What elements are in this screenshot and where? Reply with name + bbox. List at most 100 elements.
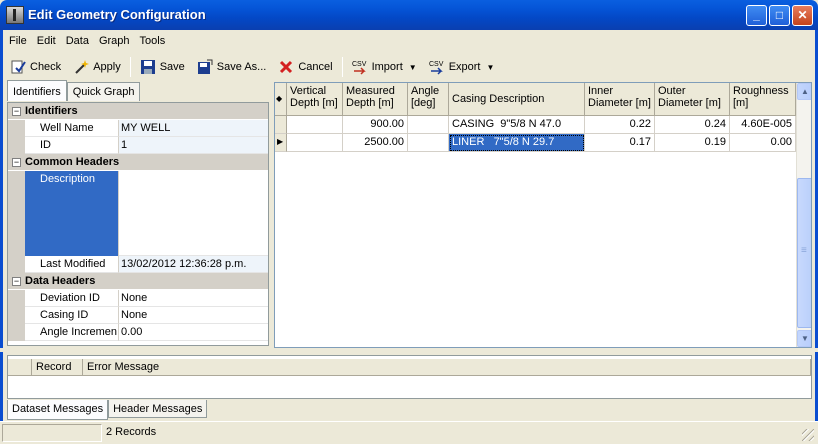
check-button[interactable]: Check: [4, 56, 67, 78]
col-header-roughness[interactable]: Roughness [m]: [730, 83, 796, 116]
well-name-value[interactable]: MY WELL: [119, 120, 268, 137]
tab-quick-graph[interactable]: Quick Graph: [66, 82, 141, 101]
row-gutter: [8, 171, 25, 256]
export-button[interactable]: CSV Export ▼: [423, 56, 501, 78]
col-header-inner-diameter[interactable]: Inner Diameter [m]: [585, 83, 655, 116]
grid-cell[interactable]: 0.22: [585, 116, 655, 134]
save-button[interactable]: Save: [134, 56, 191, 78]
grid-cell[interactable]: [287, 116, 343, 134]
angle-increment-value[interactable]: 0.00: [119, 324, 268, 341]
prop-key: Casing ID: [25, 307, 119, 324]
prop-row-description[interactable]: Description: [8, 171, 268, 256]
scroll-thumb[interactable]: [797, 178, 811, 328]
row-selector[interactable]: [275, 116, 287, 134]
scroll-down-arrow-icon[interactable]: ▼: [797, 330, 811, 347]
row-selector-header[interactable]: ◆: [275, 83, 287, 116]
menu-edit[interactable]: Edit: [32, 33, 61, 51]
collapse-icon[interactable]: −: [12, 106, 21, 116]
grid-cell[interactable]: 0.19: [655, 134, 730, 152]
row-gutter: [8, 290, 25, 307]
casing-id-value[interactable]: None: [119, 307, 268, 324]
import-dropdown-arrow-icon[interactable]: ▼: [409, 63, 417, 72]
import-button[interactable]: CSV Import ▼: [346, 56, 423, 78]
grid-cell[interactable]: 4.60E-005: [730, 116, 796, 134]
col-header-record[interactable]: Record: [32, 359, 83, 376]
resize-grip-icon[interactable]: [802, 429, 814, 441]
horizontal-splitter[interactable]: [0, 348, 818, 352]
status-records: 2 Records: [106, 426, 157, 438]
prop-row-well-name[interactable]: Well Name MY WELL: [8, 120, 268, 137]
grid-cell[interactable]: CASING 9"5/8 N 47.0: [449, 116, 585, 134]
col-header-casing-description[interactable]: Casing Description: [449, 83, 585, 116]
grid-cell[interactable]: [287, 134, 343, 152]
grid-cell[interactable]: 0.17: [585, 134, 655, 152]
last-modified-value[interactable]: 13/02/2012 12:36:28 p.m.: [119, 256, 268, 273]
save-as-button[interactable]: Save As...: [191, 56, 273, 78]
grid-cell[interactable]: 0.24: [655, 116, 730, 134]
grid-cell-selected[interactable]: LINER 7"5/8 N 29.7: [449, 134, 585, 152]
scroll-up-arrow-icon[interactable]: ▲: [797, 83, 811, 100]
grid-cell[interactable]: 2500.00: [343, 134, 408, 152]
prop-key-selected: Description: [25, 171, 119, 256]
apply-label: Apply: [93, 61, 121, 73]
col-header-outer-diameter[interactable]: Outer Diameter [m]: [655, 83, 730, 116]
menu-tools[interactable]: Tools: [135, 33, 171, 51]
prop-row-deviation-id[interactable]: Deviation ID None: [8, 290, 268, 307]
category-common-headers[interactable]: − Common Headers: [8, 154, 268, 171]
row-gutter: [8, 256, 25, 273]
tab-identifiers[interactable]: Identifiers: [7, 80, 67, 101]
msg-row-selector-header[interactable]: [8, 359, 32, 376]
csv-import-icon: CSV: [352, 59, 368, 75]
apply-button[interactable]: Apply: [67, 56, 127, 78]
minimize-button[interactable]: _: [746, 5, 767, 26]
import-label: Import: [371, 61, 403, 73]
prop-key: ID: [25, 137, 119, 154]
category-identifiers[interactable]: − Identifiers: [8, 103, 268, 120]
collapse-icon[interactable]: −: [12, 157, 21, 167]
prop-row-id[interactable]: ID 1: [8, 137, 268, 154]
export-dropdown-arrow-icon[interactable]: ▼: [486, 63, 494, 72]
title-bar: Edit Geometry Configuration _ □ ✕: [0, 0, 818, 30]
grid-cell[interactable]: 900.00: [343, 116, 408, 134]
grid-vertical-scrollbar[interactable]: ▲ ▼: [796, 83, 811, 347]
cancel-button[interactable]: Cancel: [272, 56, 338, 78]
grid-cell[interactable]: [408, 116, 449, 134]
deviation-id-value[interactable]: None: [119, 290, 268, 307]
col-header-vertical-depth[interactable]: Vertical Depth [m]: [287, 83, 343, 116]
csv-export-icon: CSV: [429, 59, 445, 75]
grid-cell[interactable]: 0.00: [730, 134, 796, 152]
menu-data[interactable]: Data: [61, 33, 94, 51]
menu-bar: File Edit Data Graph Tools: [4, 33, 170, 51]
row-gutter: [8, 120, 25, 137]
export-label: Export: [448, 61, 481, 73]
collapse-icon[interactable]: −: [12, 276, 21, 286]
tab-header-messages[interactable]: Header Messages: [108, 400, 208, 418]
prop-row-casing-id[interactable]: Casing ID None: [8, 307, 268, 324]
category-label: Identifiers: [25, 105, 78, 117]
prop-row-angle-increment[interactable]: Angle Incremen 0.00: [8, 324, 268, 341]
toolbar: Check Apply Save Save As... Cancel CSV I…: [4, 55, 814, 79]
prop-row-last-modified[interactable]: Last Modified 13/02/2012 12:36:28 p.m.: [8, 256, 268, 273]
apply-wand-icon: [73, 59, 90, 75]
maximize-button[interactable]: □: [769, 5, 790, 26]
geometry-data-grid: ◆ Vertical Depth [m] Measured Depth [m] …: [274, 82, 812, 348]
menu-graph[interactable]: Graph: [94, 33, 135, 51]
status-panel: [2, 424, 102, 442]
description-value[interactable]: [119, 171, 268, 256]
col-header-angle[interactable]: Angle [deg]: [408, 83, 449, 116]
row-gutter: [8, 137, 25, 154]
save-label: Save: [159, 61, 185, 73]
cancel-x-icon: [278, 59, 294, 75]
col-header-measured-depth[interactable]: Measured Depth [m]: [343, 83, 408, 116]
close-button[interactable]: ✕: [792, 5, 813, 26]
id-value[interactable]: 1: [119, 137, 268, 154]
category-data-headers[interactable]: − Data Headers: [8, 273, 268, 290]
tab-dataset-messages[interactable]: Dataset Messages: [7, 400, 109, 420]
app-icon: [6, 6, 24, 24]
left-tab-strip: Identifiers Quick Graph: [7, 80, 141, 102]
menu-file[interactable]: File: [4, 33, 32, 51]
toolbar-separator: [129, 57, 131, 77]
col-header-error-message[interactable]: Error Message: [83, 359, 811, 376]
grid-cell[interactable]: [408, 134, 449, 152]
current-row-arrow-icon[interactable]: ▶: [275, 134, 287, 152]
